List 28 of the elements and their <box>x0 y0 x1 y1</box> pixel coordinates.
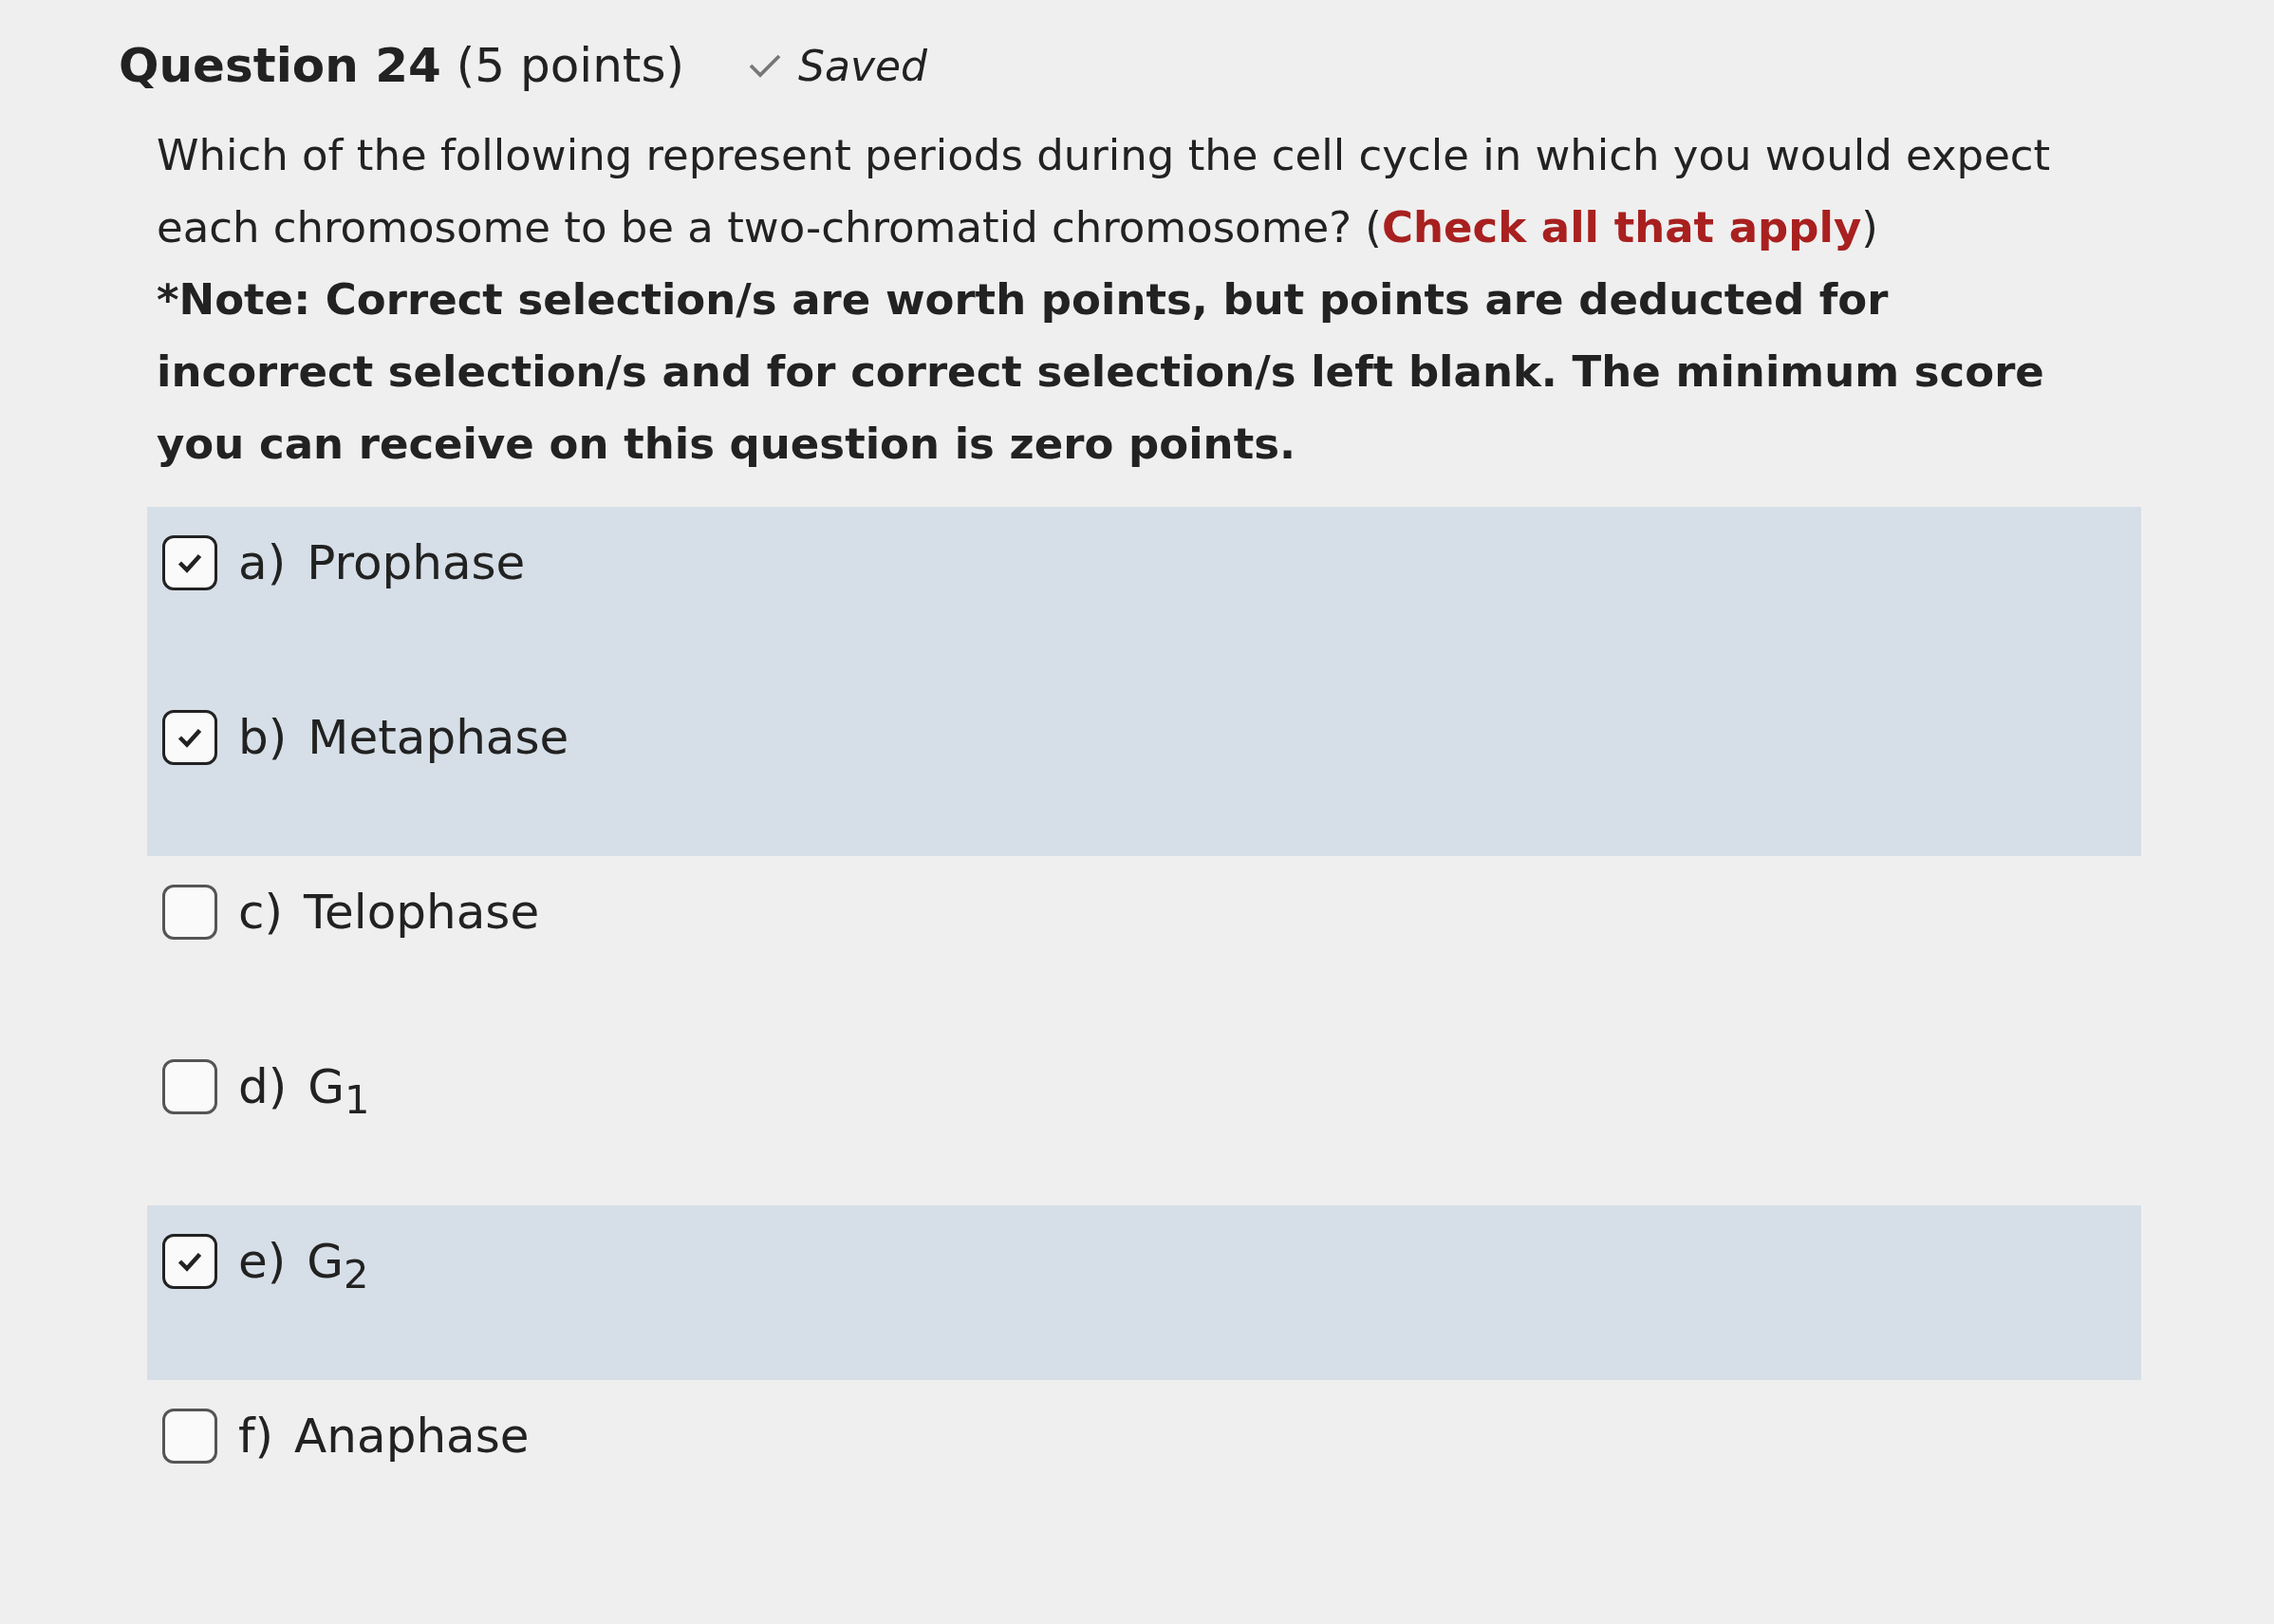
option-label: Anaphase <box>294 1409 530 1464</box>
checkbox[interactable] <box>162 535 217 590</box>
question-title: Question 24 <box>119 38 441 93</box>
option-letter: b) <box>238 710 288 765</box>
option-label: G$_{2}$ <box>307 1234 369 1299</box>
option-letter: f) <box>238 1409 274 1464</box>
points-label: (5 points) <box>456 38 685 93</box>
checkbox[interactable] <box>162 1059 217 1114</box>
selected-option-row[interactable]: e) G$_{2}$ <box>147 1205 2141 1380</box>
option-letter: d) <box>238 1059 288 1114</box>
option-letter: e) <box>238 1234 287 1289</box>
option-label: Telophase <box>304 885 540 940</box>
option-row[interactable]: d) G$_{1}$ <box>147 1031 2141 1205</box>
option-row[interactable]: c) Telophase <box>147 856 2141 1031</box>
question-text: Which of the following represent periods during the cell cycle in which you would expect each chromosome to be a two-chromatid chromosome? (Check all that apply) *Note: Correct selection/s are worth points, but points are deducted for incorrect selection/s and for correct selection/s left blank. The minimum score you can receive on this question is zero points. <box>157 129 2052 471</box>
option-row[interactable]: f) Anaphase <box>147 1380 2141 1555</box>
option-label: Prophase <box>307 535 526 590</box>
saved-status: Saved <box>798 41 927 90</box>
option-label: Metaphase <box>308 710 569 765</box>
checkbox[interactable] <box>162 1409 217 1464</box>
selected-option-row[interactable]: a) Prophase <box>147 507 2141 681</box>
selected-option-row[interactable]: b) Metaphase <box>147 681 2141 856</box>
checkbox[interactable] <box>162 710 217 765</box>
checkbox[interactable] <box>162 885 217 940</box>
checkbox[interactable] <box>162 1234 217 1289</box>
option-letter: c) <box>238 885 283 940</box>
option-label: G$_{1}$ <box>308 1059 370 1125</box>
option-letter: a) <box>238 535 287 590</box>
